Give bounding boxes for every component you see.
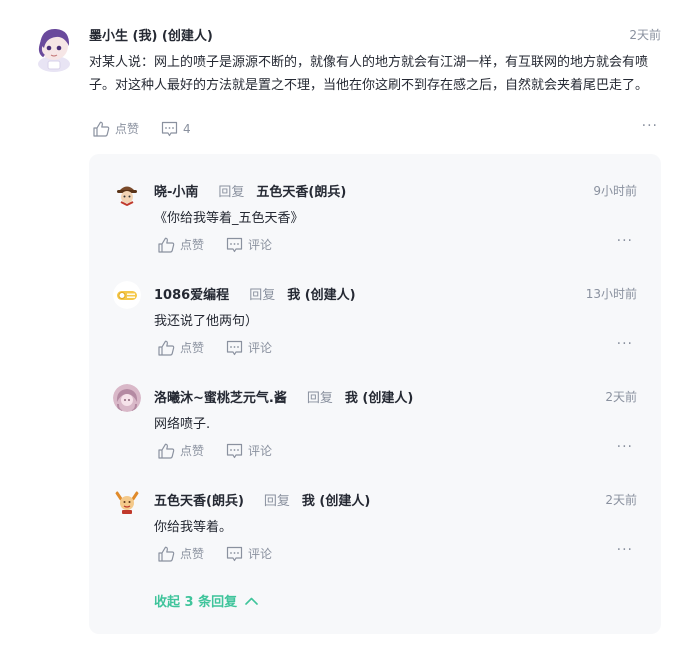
comment-icon [226, 237, 243, 252]
like-button[interactable]: 点赞 [93, 120, 139, 137]
collapse-label: 收起 3 条回复 [154, 595, 238, 610]
more-options-button[interactable]: ··· [617, 233, 633, 249]
reply-comment-button[interactable]: 评论 [226, 339, 272, 356]
comment-icon [226, 340, 243, 355]
reply-user[interactable]: 洛曦沐~蜜桃芝元气.酱 [154, 387, 287, 406]
reply-text: 网络喷子. [154, 417, 211, 432]
reply-text: 《你给我等着_五色天香》 [154, 211, 304, 226]
author-avatar[interactable] [32, 24, 76, 72]
comment-label: 评论 [248, 547, 273, 561]
more-options-button[interactable]: ··· [642, 118, 658, 134]
reply-actions: 点赞 评论 [158, 545, 294, 562]
reply-word: 回复 [218, 185, 245, 200]
reply-user[interactable]: 晓-小南 [154, 181, 198, 200]
thumbs-up-icon [158, 237, 175, 253]
reply-time: 9小时前 [593, 184, 637, 198]
like-label: 点赞 [180, 341, 205, 355]
reply-target[interactable]: 我 (创建人) [287, 284, 355, 303]
reply-actions: 点赞 评论 [158, 339, 294, 356]
reply-text: 我还说了他两句） [154, 314, 259, 329]
comment-label: 评论 [248, 444, 273, 458]
reply-target[interactable]: 我 (创建人) [302, 490, 370, 509]
reply-actions: 点赞 评论 [158, 442, 294, 459]
comment-actions: 点赞 4 [93, 120, 213, 137]
comment-label: 评论 [248, 238, 273, 252]
reply-comment-button[interactable]: 评论 [226, 442, 272, 459]
thumbs-up-icon [158, 443, 175, 459]
comment-count-button[interactable]: 4 [161, 121, 191, 137]
reply-item: 洛曦沐~蜜桃芝元气.酱 回复 我 (创建人) 2天前 网络喷子. 点赞 评论 ·… [89, 360, 661, 460]
more-options-button[interactable]: ··· [617, 542, 633, 558]
reply-list: 晓-小南 回复 五色天香(朗兵) 9小时前 《你给我等着_五色天香》 点赞 评论… [89, 154, 661, 634]
reply-header: 晓-小南 回复 五色天香(朗兵) [154, 181, 346, 200]
reply-actions: 点赞 评论 [158, 236, 294, 253]
like-button[interactable]: 点赞 [158, 339, 204, 356]
reply-comment-button[interactable]: 评论 [226, 236, 272, 253]
reply-comment-button[interactable]: 评论 [226, 545, 272, 562]
reply-word: 回复 [263, 494, 290, 509]
reply-header: 五色天香(朗兵) 回复 我 (创建人) [154, 490, 370, 509]
reply-text: 你给我等着。 [154, 520, 233, 535]
comment-time: 2天前 [629, 28, 661, 42]
reply-item: 1086爱编程 回复 我 (创建人) 13小时前 我还说了他两句） 点赞 评论 … [89, 257, 661, 357]
reply-avatar[interactable] [113, 281, 141, 309]
reply-target[interactable]: 我 (创建人) [345, 387, 413, 406]
collapse-replies-button[interactable]: 收起 3 条回复 [154, 591, 258, 610]
like-button[interactable]: 点赞 [158, 545, 204, 562]
reply-word: 回复 [249, 288, 276, 303]
reply-target[interactable]: 五色天香(朗兵) [256, 181, 346, 200]
reply-time: 13小时前 [585, 287, 637, 301]
thumbs-up-icon [93, 121, 110, 137]
comment-count: 4 [183, 121, 191, 136]
reply-time: 2天前 [605, 493, 637, 507]
reply-avatar[interactable] [113, 384, 141, 412]
like-label: 点赞 [180, 547, 205, 561]
reply-avatar[interactable] [113, 178, 141, 206]
like-button[interactable]: 点赞 [158, 236, 204, 253]
chevron-up-icon [245, 597, 258, 605]
author-name[interactable]: 墨小生 (我) (创建人) [89, 25, 213, 44]
comment-icon [226, 546, 243, 561]
comment-text: 对某人说：网上的喷子是源源不断的，就像有人的地方就会有江湖一样，有互联网的地方就… [89, 55, 649, 93]
thumbs-up-icon [158, 340, 175, 356]
reply-user[interactable]: 五色天香(朗兵) [154, 490, 244, 509]
reply-word: 回复 [306, 391, 333, 406]
reply-item: 五色天香(朗兵) 回复 我 (创建人) 2天前 你给我等着。 点赞 评论 ··· [89, 463, 661, 563]
reply-item: 晓-小南 回复 五色天香(朗兵) 9小时前 《你给我等着_五色天香》 点赞 评论… [89, 154, 661, 254]
reply-header: 洛曦沐~蜜桃芝元气.酱 回复 我 (创建人) [154, 387, 413, 406]
reply-time: 2天前 [605, 390, 637, 404]
reply-avatar[interactable] [113, 487, 141, 515]
like-label: 点赞 [180, 238, 205, 252]
like-label: 点赞 [115, 122, 140, 136]
reply-header: 1086爱编程 回复 我 (创建人) [154, 284, 356, 303]
reply-user[interactable]: 1086爱编程 [154, 284, 229, 303]
more-options-button[interactable]: ··· [617, 439, 633, 455]
comment-icon [226, 443, 243, 458]
like-label: 点赞 [180, 444, 205, 458]
like-button[interactable]: 点赞 [158, 442, 204, 459]
more-options-button[interactable]: ··· [617, 336, 633, 352]
comment-label: 评论 [248, 341, 273, 355]
thumbs-up-icon [158, 546, 175, 562]
comment-icon [161, 121, 178, 136]
